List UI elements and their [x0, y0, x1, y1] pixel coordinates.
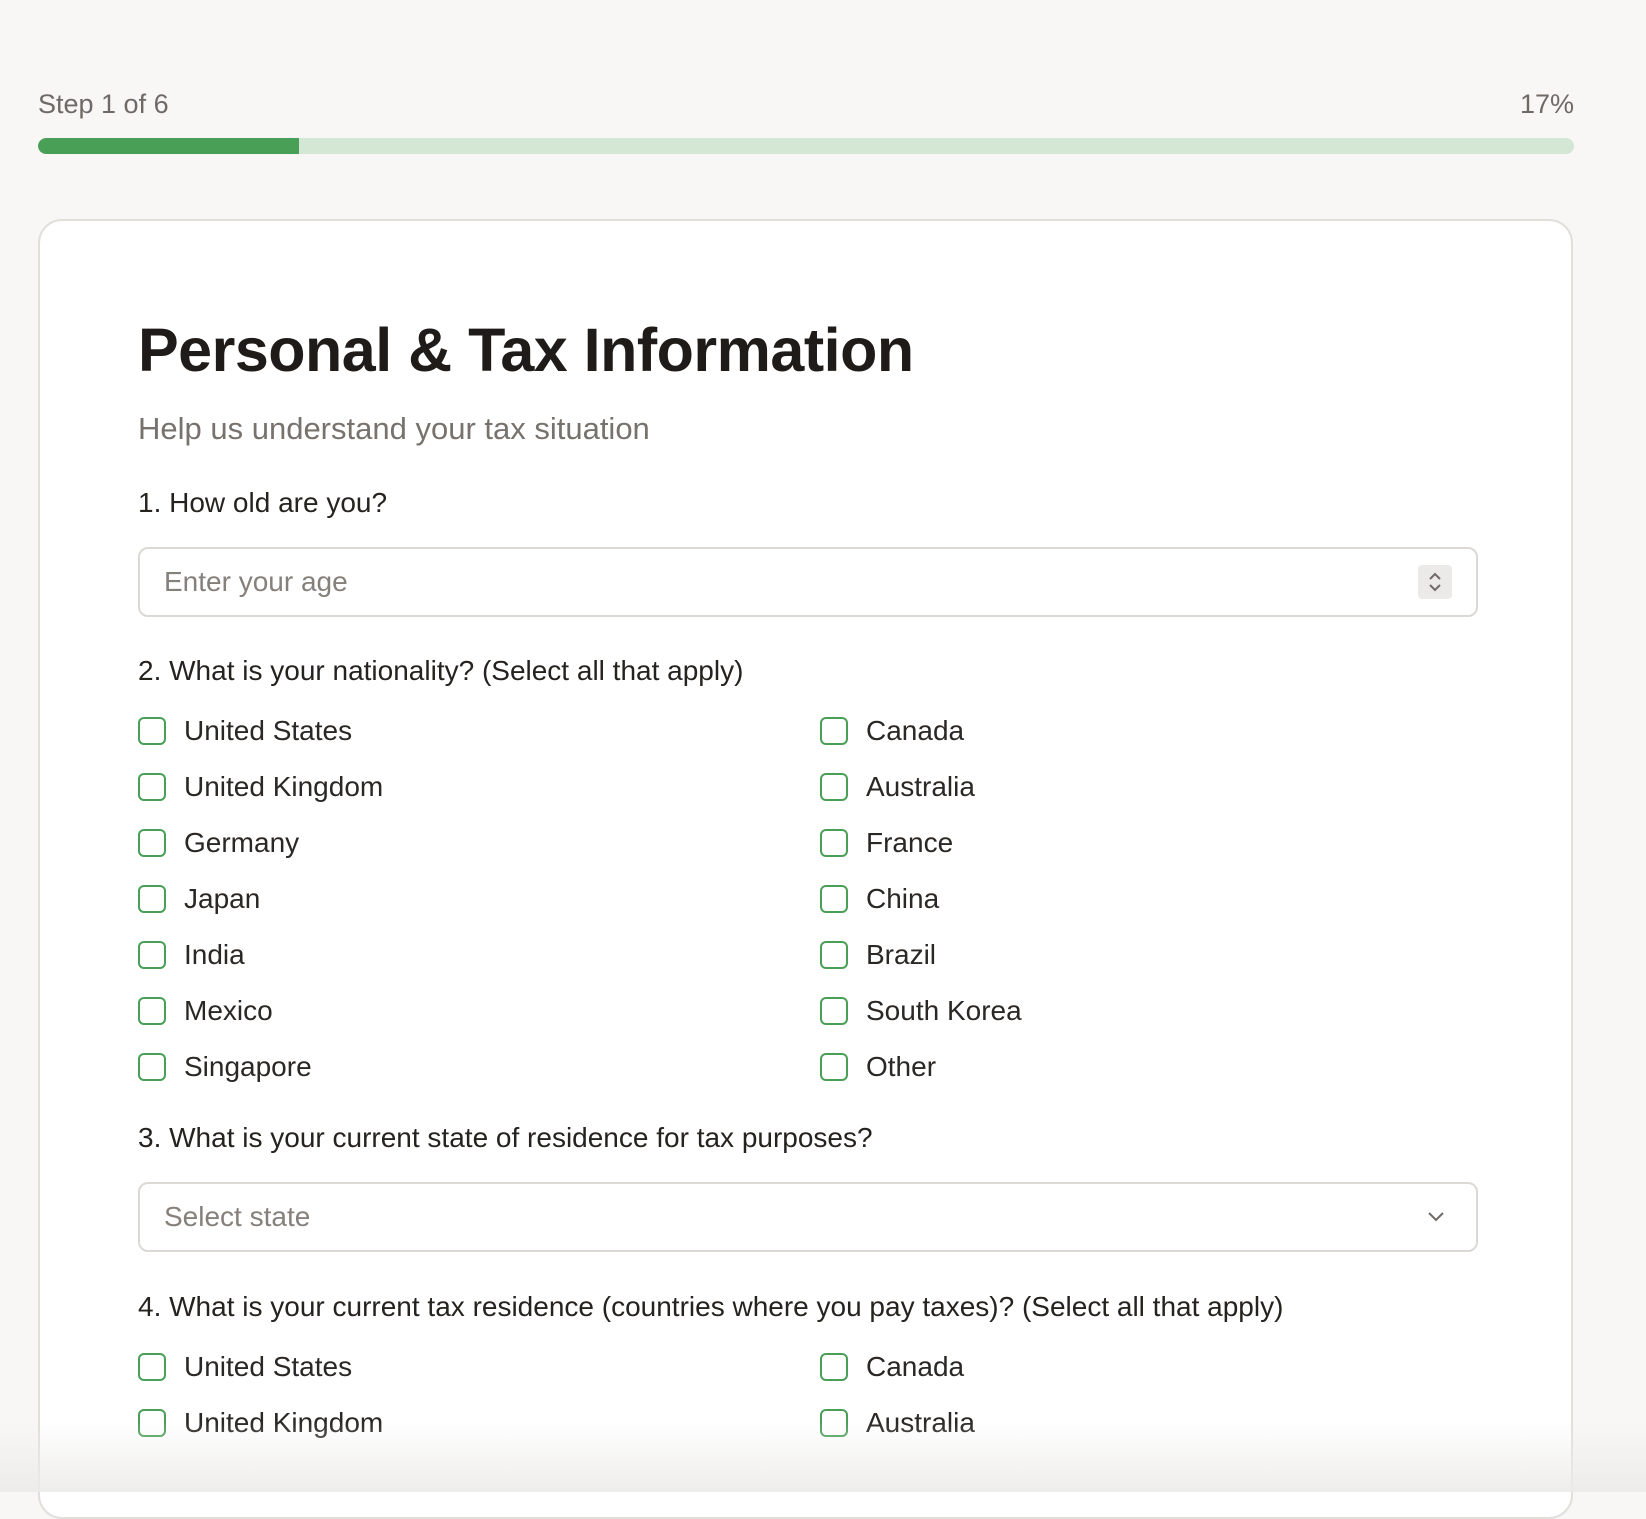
step-label: Step 1 of 6 [38, 88, 169, 119]
nationality-option-united-kingdom[interactable]: United Kingdom [138, 767, 383, 807]
checkbox[interactable] [820, 885, 848, 913]
progress-bar-fill [38, 138, 300, 154]
checkbox-label: South Korea [866, 995, 1022, 1026]
nationality-option-brazil[interactable]: Brazil [820, 935, 936, 975]
question-age-label: 1. How old are you? [138, 487, 388, 518]
checkbox[interactable] [820, 1353, 848, 1381]
checkbox[interactable] [820, 941, 848, 969]
question-tax-residence-label: 4. What is your current tax residence (c… [138, 1291, 1284, 1322]
checkbox[interactable] [138, 997, 166, 1025]
nationality-option-japan[interactable]: Japan [138, 879, 260, 919]
nationality-option-australia[interactable]: Australia [820, 767, 975, 807]
progress-bar [38, 138, 1574, 154]
progress-percent: 17% [1519, 88, 1574, 119]
state-select-value: Select state [164, 1201, 311, 1232]
checkbox-label: United Kingdom [184, 1407, 384, 1438]
nationality-option-other[interactable]: Other [820, 1047, 936, 1087]
tax-residence-option-australia[interactable]: Australia [820, 1403, 975, 1443]
stepper-icon [1429, 572, 1441, 592]
chevron-down-icon [1428, 1212, 1444, 1222]
tax-residence-option-canada[interactable]: Canada [820, 1347, 964, 1387]
checkbox-label: China [866, 883, 940, 914]
nationality-option-singapore[interactable]: Singapore [138, 1047, 312, 1087]
checkbox[interactable] [138, 829, 166, 857]
checkbox-label: Australia [866, 1407, 975, 1438]
age-input-wrapper [138, 547, 1478, 617]
nationality-option-china[interactable]: China [820, 879, 939, 919]
checkbox-label: Mexico [184, 995, 273, 1026]
checkbox[interactable] [138, 1353, 166, 1381]
nationality-option-united-states[interactable]: United States [138, 711, 352, 751]
checkbox-label: Australia [866, 771, 975, 802]
nationality-option-mexico[interactable]: Mexico [138, 991, 273, 1031]
question-state-label: 3. What is your current state of residen… [138, 1122, 873, 1153]
nationality-option-india[interactable]: India [138, 935, 245, 975]
checkbox-label: United States [184, 1351, 353, 1382]
checkbox[interactable] [138, 941, 166, 969]
checkbox-label: Singapore [184, 1051, 312, 1082]
checkbox-label: United States [184, 715, 353, 746]
checkbox-label: Japan [184, 883, 261, 914]
checkbox-label: India [184, 939, 245, 970]
checkbox[interactable] [820, 717, 848, 745]
checkbox-label: United Kingdom [184, 771, 384, 802]
progress-header: Step 1 of 6 17% [38, 84, 1574, 124]
checkbox[interactable] [820, 773, 848, 801]
page-subtitle: Help us understand your tax situation [138, 411, 650, 446]
checkbox[interactable] [820, 1053, 848, 1081]
tax-residence-option-united-states[interactable]: United States [138, 1347, 352, 1387]
checkbox-label: Germany [184, 827, 300, 858]
question-nationality-label: 2. What is your nationality? (Select all… [138, 655, 744, 686]
checkbox-label: France [866, 827, 954, 858]
checkbox-label: Other [866, 1051, 937, 1082]
checkbox[interactable] [138, 1409, 166, 1437]
checkbox[interactable] [138, 885, 166, 913]
state-select[interactable]: Select state [138, 1182, 1478, 1252]
checkbox-label: Brazil [866, 939, 937, 970]
checkbox[interactable] [138, 1053, 166, 1081]
nationality-option-south-korea[interactable]: South Korea [820, 991, 1022, 1031]
checkbox[interactable] [138, 717, 166, 745]
checkbox[interactable] [820, 997, 848, 1025]
nationality-option-france[interactable]: France [820, 823, 953, 863]
checkbox-label: Canada [866, 1351, 965, 1382]
checkbox[interactable] [138, 773, 166, 801]
form-card: Personal & Tax Information Help us under… [38, 219, 1573, 1519]
age-stepper[interactable] [1418, 565, 1452, 599]
age-input[interactable] [164, 566, 1364, 598]
checkbox[interactable] [820, 1409, 848, 1437]
nationality-option-germany[interactable]: Germany [138, 823, 299, 863]
tax-residence-option-united-kingdom[interactable]: United Kingdom [138, 1403, 383, 1443]
nationality-option-canada[interactable]: Canada [820, 711, 964, 751]
checkbox-label: Canada [866, 715, 965, 746]
page-title: Personal & Tax Information [138, 316, 914, 384]
checkbox[interactable] [820, 829, 848, 857]
progress-section: Step 1 of 6 17% [38, 84, 1574, 154]
